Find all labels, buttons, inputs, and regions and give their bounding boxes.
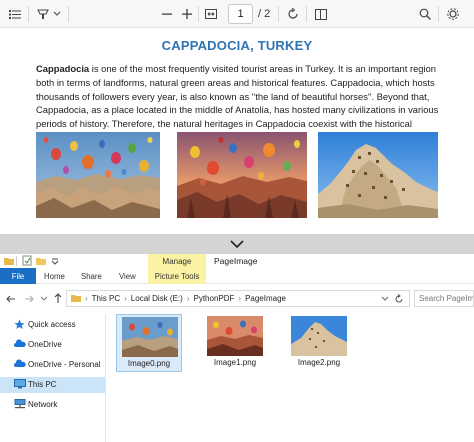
chevron-down-icon — [230, 240, 244, 248]
tab-home[interactable]: Home — [44, 268, 65, 284]
folder-icon — [4, 258, 14, 265]
document-lead-bold: Cappadocia — [36, 63, 90, 74]
file-list: Image0.png Image1.png Image2.png — [110, 314, 474, 442]
up-arrow-icon[interactable] — [53, 293, 63, 304]
document-body-text: is one of the most frequently visited to… — [36, 63, 439, 143]
file-name: Image2.png — [297, 358, 341, 367]
file-item-image0[interactable]: Image0.png — [116, 314, 182, 372]
file-name: Image0.png — [127, 359, 171, 368]
breadcrumb-pythonpdf[interactable]: PythonPDF — [193, 294, 234, 303]
properties-icon[interactable] — [22, 255, 32, 266]
image-thumbnail — [122, 317, 178, 357]
nav-item-network[interactable]: Network — [0, 397, 105, 413]
breadcrumb-pageimage[interactable]: PageImage — [245, 294, 286, 303]
highlight-pen-icon[interactable] — [34, 4, 52, 24]
nav-item-quick-access[interactable]: Quick access — [0, 317, 105, 333]
collapse-toggle[interactable] — [0, 234, 474, 254]
file-name: Image1.png — [213, 358, 257, 367]
fit-page-icon[interactable] — [202, 4, 220, 24]
nav-item-this-pc[interactable]: This PC — [0, 377, 105, 393]
chevron-down-icon[interactable] — [52, 4, 62, 24]
page-number-input[interactable]: 1 — [228, 4, 253, 24]
recent-locations-icon[interactable] — [40, 296, 48, 302]
network-icon — [14, 399, 26, 409]
folder-icon — [71, 295, 81, 302]
nav-label: Quick access — [28, 320, 76, 329]
image-thumbnail — [207, 316, 263, 356]
cloud-icon — [14, 359, 26, 367]
balloons-valley-photo — [36, 132, 160, 218]
page-view-icon[interactable] — [312, 4, 330, 24]
file-explorer: Manage PageImage File Home Share View Pi… — [0, 254, 474, 442]
computer-icon — [14, 379, 26, 389]
pdf-toolbar: 1 / 2 — [0, 0, 474, 28]
tab-picture-tools[interactable]: Picture Tools — [148, 268, 206, 284]
ribbon-tabs: File Home Share View Picture Tools — [0, 268, 474, 284]
page-total: / 2 — [258, 8, 271, 20]
forward-arrow-icon[interactable] — [24, 294, 34, 304]
navigation-pane: Quick access OneDrive OneDrive - Persona… — [0, 314, 106, 442]
nav-label: Network — [28, 400, 58, 409]
tab-file[interactable]: File — [0, 268, 36, 284]
nav-item-onedrive[interactable]: OneDrive — [0, 337, 105, 353]
search-input[interactable]: Search PageImage — [414, 290, 474, 307]
settings-icon[interactable] — [444, 4, 462, 24]
nav-label: This PC — [28, 380, 57, 389]
address-row: › This PC › Local Disk (E:) › PythonPDF … — [0, 290, 474, 308]
window-title: PageImage — [214, 256, 258, 266]
tab-view[interactable]: View — [119, 268, 136, 284]
nav-label: OneDrive - Personal — [28, 360, 101, 369]
search-placeholder: Search PageImage — [419, 294, 474, 303]
balloons-sunset-photo — [177, 132, 307, 218]
list-icon[interactable] — [6, 4, 24, 24]
star-icon — [14, 319, 25, 329]
address-bar[interactable]: › This PC › Local Disk (E:) › PythonPDF … — [66, 290, 410, 307]
document-title: CAPPADOCIA, TURKEY — [161, 38, 313, 53]
qa-dropdown-icon[interactable] — [51, 257, 59, 265]
file-item-image1[interactable]: Image1.png — [202, 314, 268, 372]
cloud-icon — [14, 339, 26, 347]
refresh-icon[interactable] — [394, 294, 404, 304]
rock-castle-photo — [318, 132, 438, 218]
search-icon[interactable] — [416, 4, 434, 24]
tab-share[interactable]: Share — [81, 268, 102, 284]
manage-context-tab[interactable]: Manage — [148, 254, 206, 268]
nav-item-onedrive-personal[interactable]: OneDrive - Personal — [0, 357, 105, 373]
breadcrumb-local-disk[interactable]: Local Disk (E:) — [131, 294, 183, 303]
image-thumbnail — [291, 316, 347, 356]
new-folder-icon[interactable] — [36, 256, 46, 266]
page-current: 1 — [237, 8, 244, 20]
rotate-icon[interactable] — [284, 4, 302, 24]
breadcrumb-this-pc[interactable]: This PC — [92, 294, 120, 303]
address-dropdown-icon[interactable] — [381, 296, 389, 302]
file-item-image2[interactable]: Image2.png — [286, 314, 352, 372]
quick-access-toolbar: Manage PageImage — [0, 254, 474, 268]
nav-label: OneDrive — [28, 340, 62, 349]
plus-icon[interactable] — [178, 4, 196, 24]
minus-icon[interactable] — [158, 4, 176, 24]
back-arrow-icon[interactable] — [6, 294, 16, 304]
pdf-viewer: 1 / 2 CAPPADOCIA, TURKEY Cappadocia is o… — [0, 0, 474, 234]
